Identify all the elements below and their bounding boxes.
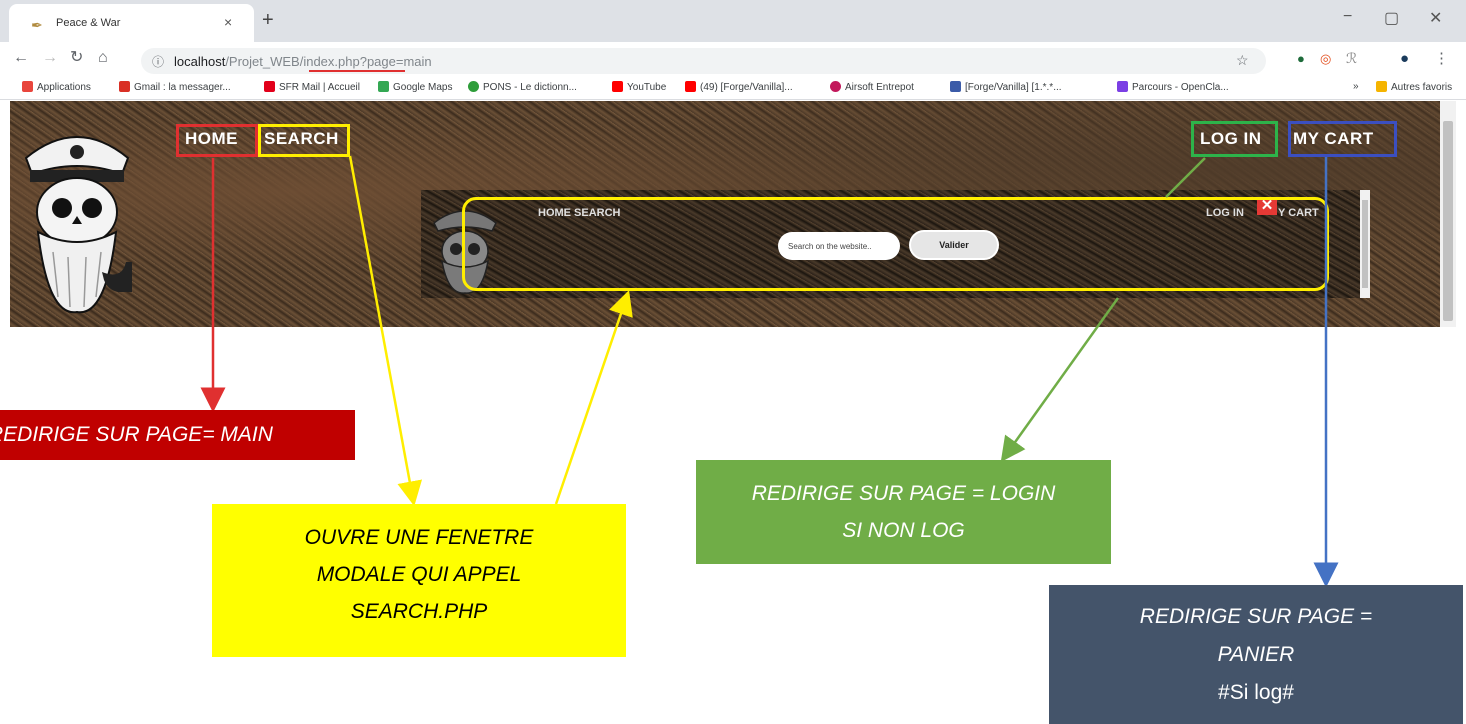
home-icon[interactable]: ⌂ xyxy=(98,50,108,66)
kebab-menu-icon[interactable]: ⋮ xyxy=(1434,51,1449,66)
sfr-icon xyxy=(264,81,275,92)
bookmark-forge-youtube[interactable]: (49) [Forge/Vanilla]... xyxy=(685,81,793,93)
url-text: localhost/Projet_WEB/index.php?page=main xyxy=(174,54,432,69)
bookmarks-overflow-icon[interactable]: » xyxy=(1353,81,1359,92)
callout-search-line1: OUVRE UNE FENETRE xyxy=(304,526,534,549)
extension-r-icon[interactable]: ℛ xyxy=(1346,51,1357,65)
browser-toolbar: ← → ↻ ⌂ ⓘ localhost/Projet_WEB/index.php… xyxy=(0,42,1466,78)
apps-grid-icon xyxy=(22,81,33,92)
airsoft-icon xyxy=(830,81,841,92)
minimize-icon[interactable]: − xyxy=(1343,8,1352,26)
info-icon[interactable]: ⓘ xyxy=(152,53,164,70)
modal-highlight-box xyxy=(462,197,1329,291)
bookmark-label: Parcours - OpenCla... xyxy=(1132,82,1229,93)
modal-scrollbar-thumb[interactable] xyxy=(1362,200,1368,288)
bookmark-label: PONS - Le dictionn... xyxy=(483,82,577,93)
page-scrollbar[interactable] xyxy=(1440,101,1456,327)
browser-tab-bar: ✒ Peace & War × + − ▢ ✕ xyxy=(0,0,1466,42)
bookmark-openclassrooms[interactable]: Parcours - OpenCla... xyxy=(1117,81,1229,93)
maps-icon xyxy=(378,81,389,92)
callout-home: REDIRIGE SUR PAGE= MAIN xyxy=(0,410,355,460)
home-highlight-box xyxy=(176,124,258,157)
bookmark-label: Applications xyxy=(37,82,91,93)
close-window-icon[interactable]: ✕ xyxy=(1429,8,1442,28)
tab-title: Peace & War xyxy=(56,17,121,29)
callout-home-text: REDIRIGE SUR PAGE= MAIN xyxy=(0,423,273,446)
login-highlight-box xyxy=(1191,121,1278,157)
callout-login: REDIRIGE SUR PAGE = LOGIN SI NON LOG xyxy=(696,460,1111,564)
forge-icon xyxy=(950,81,961,92)
youtube-icon xyxy=(612,81,623,92)
pons-icon xyxy=(468,81,479,92)
bookmark-label: Google Maps xyxy=(393,82,453,93)
bookmark-autres-favoris[interactable]: Autres favoris xyxy=(1376,81,1452,93)
reload-icon[interactable]: ↻ xyxy=(70,50,83,66)
bookmark-label: SFR Mail | Accueil xyxy=(279,82,360,93)
url-host: localhost xyxy=(174,54,226,69)
bookmark-label: [Forge/Vanilla] [1.*.*... xyxy=(965,82,1062,93)
url-bar[interactable]: ⓘ localhost/Projet_WEB/index.php?page=ma… xyxy=(141,48,1266,74)
callout-login-line2: SI NON LOG xyxy=(842,519,965,542)
bookmark-youtube[interactable]: YouTube xyxy=(612,81,666,93)
openclassrooms-icon xyxy=(1117,81,1128,92)
maximize-icon[interactable]: ▢ xyxy=(1384,8,1399,28)
feather-favicon-icon: ✒ xyxy=(31,17,43,33)
url-path: /Projet_WEB/index.php?page=main xyxy=(225,54,432,69)
youtube-icon xyxy=(685,81,696,92)
url-underline-annotation xyxy=(309,70,405,72)
scrollbar-thumb[interactable] xyxy=(1443,121,1453,321)
star-icon[interactable]: ☆ xyxy=(1236,52,1249,69)
bookmarks-bar: Applications Gmail : la messager... SFR … xyxy=(0,78,1466,100)
extension-drop-icon[interactable]: ● xyxy=(1297,52,1305,65)
bookmark-label: YouTube xyxy=(627,82,667,93)
bookmark-google-maps[interactable]: Google Maps xyxy=(378,81,452,93)
browser-tab[interactable]: ✒ Peace & War × xyxy=(9,4,254,42)
callout-cart-line1: REDIRIGE SUR PAGE = xyxy=(1139,605,1373,628)
callout-search-line2: MODALE QUI APPEL xyxy=(316,563,522,586)
bookmark-airsoft[interactable]: Airsoft Entrepot xyxy=(830,81,914,93)
bookmark-label: Airsoft Entrepot xyxy=(845,82,914,93)
cart-highlight-box xyxy=(1288,121,1397,157)
new-tab-icon[interactable]: + xyxy=(262,10,274,30)
forward-arrow-icon[interactable]: → xyxy=(42,50,58,66)
modal-scrollbar[interactable] xyxy=(1360,190,1370,298)
bookmark-label: Autres favoris xyxy=(1391,82,1453,93)
bookmark-label: Gmail : la messager... xyxy=(134,82,231,93)
bookmark-forge[interactable]: [Forge/Vanilla] [1.*.*... xyxy=(950,81,1062,93)
bookmark-applications[interactable]: Applications xyxy=(22,81,91,93)
skull-captain-logo-icon xyxy=(24,136,132,314)
folder-icon xyxy=(1376,81,1387,92)
profile-avatar-icon[interactable]: ● xyxy=(1400,51,1409,66)
callout-cart-line3: #Si log# xyxy=(1218,681,1294,704)
gmail-icon xyxy=(119,81,130,92)
modal-arrow xyxy=(554,290,633,505)
callout-cart: REDIRIGE SUR PAGE = PANIER #Si log# xyxy=(1049,585,1463,724)
bookmark-pons[interactable]: PONS - Le dictionn... xyxy=(468,81,577,93)
search-highlight-box xyxy=(258,124,350,157)
callout-search: OUVRE UNE FENETRE MODALE QUI APPEL SEARC… xyxy=(212,504,626,657)
bookmark-sfr-mail[interactable]: SFR Mail | Accueil xyxy=(264,81,360,93)
annotated-screenshot: ✒ Peace & War × + − ▢ ✕ ← → ↻ ⌂ ⓘ localh… xyxy=(0,0,1466,724)
bookmark-gmail[interactable]: Gmail : la messager... xyxy=(119,81,231,93)
bookmark-label: (49) [Forge/Vanilla]... xyxy=(700,82,793,93)
tab-close-icon[interactable]: × xyxy=(224,14,232,30)
callout-login-line1: REDIRIGE SUR PAGE = LOGIN xyxy=(751,482,1056,505)
callout-cart-line2: PANIER xyxy=(1217,643,1295,666)
extension-target-icon[interactable]: ◎ xyxy=(1320,52,1331,65)
callout-search-line3: SEARCH.PHP xyxy=(350,600,488,623)
back-arrow-icon[interactable]: ← xyxy=(13,50,29,66)
